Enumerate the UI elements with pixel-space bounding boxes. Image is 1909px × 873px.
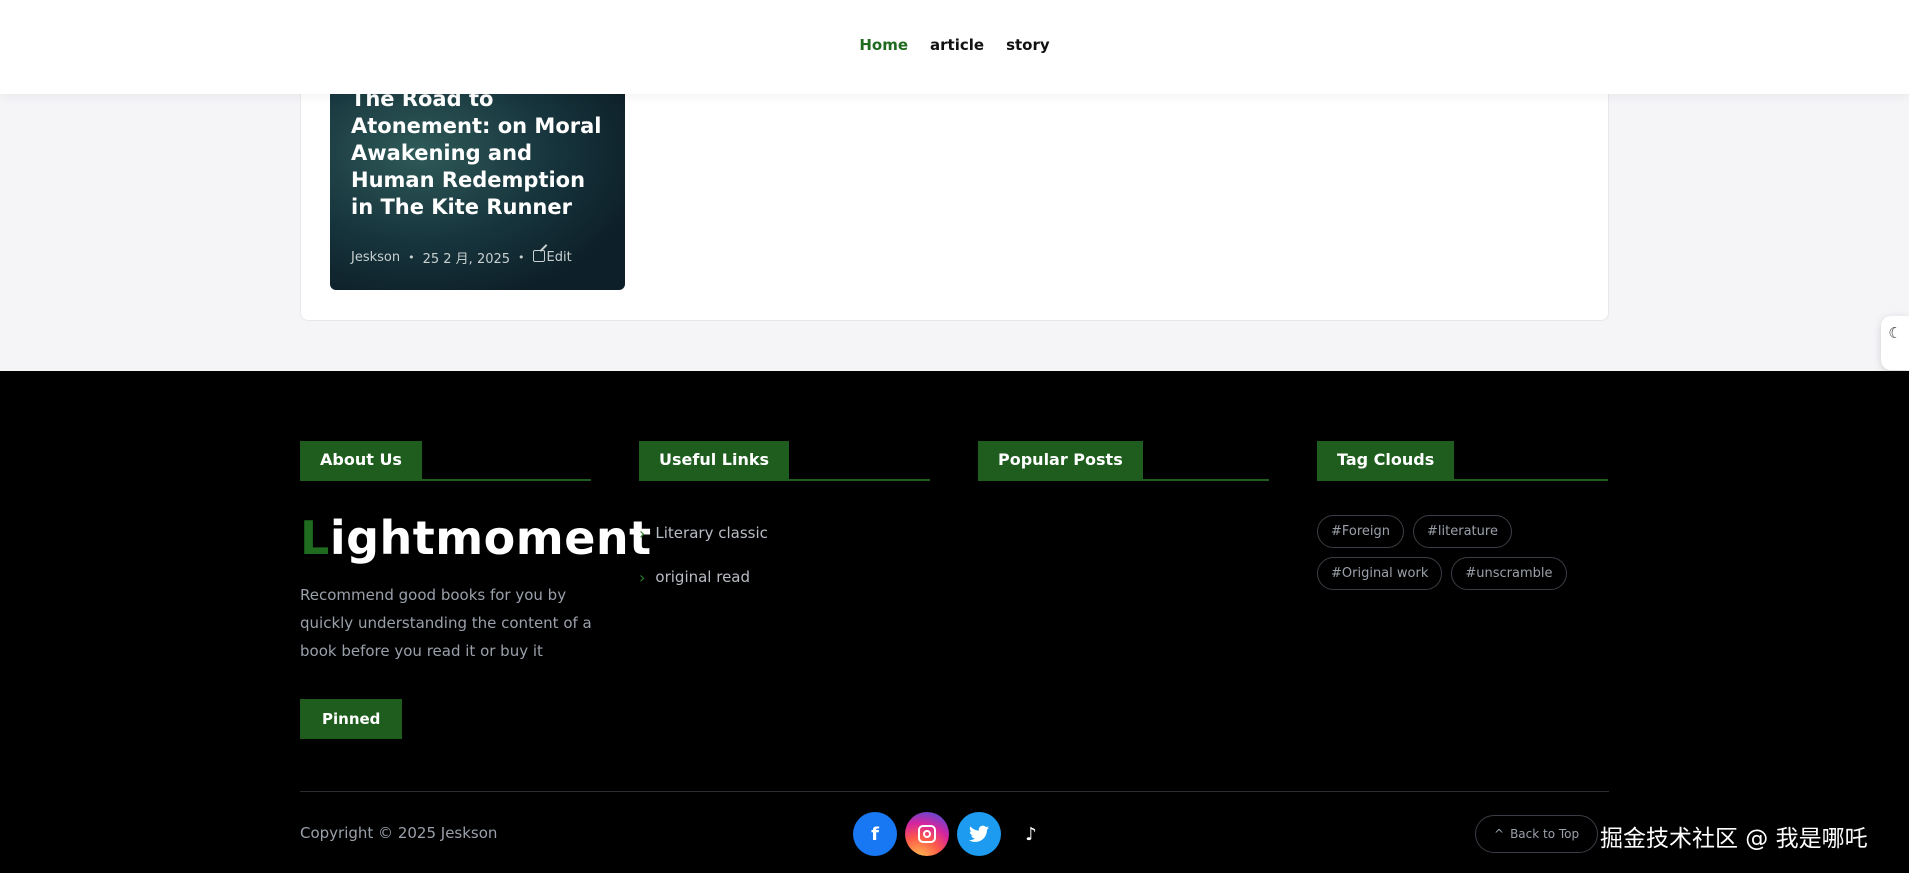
useful-links-list: › Literary classic › original read xyxy=(639,511,930,599)
dark-mode-toggle[interactable]: ☾ xyxy=(1881,316,1909,370)
back-to-top-button[interactable]: ^ Back to Top xyxy=(1475,815,1599,853)
main-nav: Home article story xyxy=(0,36,1909,54)
about-heading: About Us xyxy=(300,441,422,479)
edit-icon xyxy=(532,250,545,262)
edit-label: Edit xyxy=(546,250,572,265)
link-label: original read xyxy=(655,568,751,586)
useful-link-item[interactable]: › Literary classic xyxy=(639,511,930,555)
nav-article[interactable]: article xyxy=(930,36,984,54)
footer-divider xyxy=(300,791,1609,792)
tag-original-work[interactable]: #Original work xyxy=(1317,557,1443,590)
tag-cloud: #Foreign #literature #Original work #uns… xyxy=(1317,515,1577,590)
footer-heading: Tag Clouds xyxy=(1317,441,1608,481)
main-content xyxy=(0,84,1909,371)
popular-posts-heading: Popular Posts xyxy=(978,441,1143,479)
pinned-button[interactable]: Pinned xyxy=(300,699,403,739)
nav-story[interactable]: story xyxy=(1006,36,1050,54)
edit-link[interactable]: Edit xyxy=(532,250,572,265)
post-author[interactable]: Jeskson xyxy=(351,250,400,265)
tag-foreign[interactable]: #Foreign xyxy=(1317,515,1405,548)
tag-unscramble[interactable]: #unscramble xyxy=(1451,557,1567,590)
useful-link-item[interactable]: › original read xyxy=(639,555,930,599)
tiktok-icon[interactable]: ♪ xyxy=(1009,812,1053,856)
social-links: f ♪ xyxy=(853,812,1053,856)
footer-useful-links: Useful Links › Literary classic › original… xyxy=(639,441,930,599)
post-title[interactable]: The Road to Atonement: on Moral Awakenin… xyxy=(351,86,611,221)
moon-icon: ☾ xyxy=(1888,324,1902,342)
post-card[interactable]: The Road to Atonement: on Moral Awakenin… xyxy=(330,60,625,290)
site-footer: About Us Lightmoment Recommend good book… xyxy=(0,371,1909,873)
post-date: 25 2 月, 2025 xyxy=(422,252,511,267)
footer-popular-posts: Popular Posts xyxy=(978,441,1269,481)
meta-separator: • xyxy=(518,251,525,264)
about-description: Recommend good books for you by quickly … xyxy=(300,586,592,660)
useful-links-heading: Useful Links xyxy=(639,441,790,479)
chevron-right-icon: › xyxy=(639,567,646,587)
meta-separator: • xyxy=(408,251,415,264)
facebook-icon[interactable]: f xyxy=(853,812,897,856)
tag-literature[interactable]: #literature xyxy=(1413,515,1512,548)
tag-clouds-heading: Tag Clouds xyxy=(1317,441,1455,479)
chevron-up-icon: ^ xyxy=(1494,827,1505,841)
site-logo[interactable]: Lightmoment xyxy=(300,511,651,565)
watermark: 掘金技术社区 @ 我是哪吒 xyxy=(1600,826,1868,852)
link-label: Literary classic xyxy=(655,524,768,542)
copyright-text: Copyright © 2025 Jeskson xyxy=(300,824,498,842)
back-to-top-label: Back to Top xyxy=(1510,827,1580,841)
footer-heading: About Us xyxy=(300,441,591,481)
post-meta: Jeskson • 25 2 月, 2025 • Edit xyxy=(351,248,572,267)
chevron-right-icon: › xyxy=(639,523,646,543)
footer-tag-clouds: Tag Clouds #Foreign #literature #Origina… xyxy=(1317,441,1608,590)
logo-rest: ightmoment xyxy=(329,511,652,565)
footer-heading: Popular Posts xyxy=(978,441,1269,481)
nav-home[interactable]: Home xyxy=(859,36,908,54)
logo-first-letter: L xyxy=(300,511,330,565)
twitter-icon[interactable] xyxy=(957,812,1001,856)
footer-about: About Us Lightmoment Recommend good book… xyxy=(300,441,651,739)
instagram-icon[interactable] xyxy=(905,812,949,856)
footer-heading: Useful Links xyxy=(639,441,930,481)
site-header: Home article story xyxy=(0,0,1909,94)
